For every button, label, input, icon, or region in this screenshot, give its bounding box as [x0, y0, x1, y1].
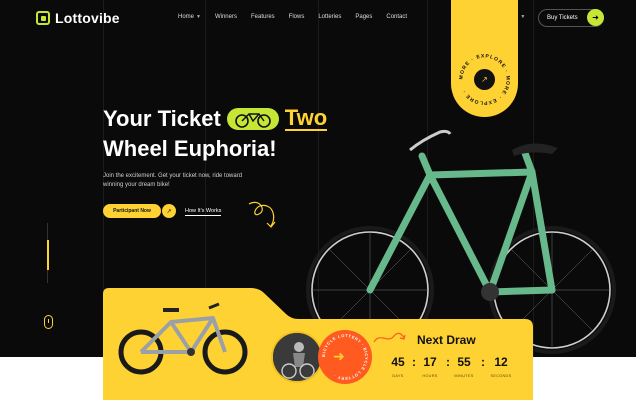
hero-title-line1: Your Ticket Two	[103, 105, 328, 131]
arrow-right-icon: ➜	[333, 348, 345, 364]
countdown-days: 45	[391, 355, 405, 369]
chevron-down-icon: ▼	[196, 14, 201, 20]
main-nav: Home ▼ Winners Features Flows Lotteries P…	[178, 14, 407, 20]
scroll-mouse-icon[interactable]	[44, 315, 53, 329]
nav-item-pages[interactable]: Pages	[355, 14, 372, 20]
slide-progress-indicator	[47, 240, 49, 270]
nav-item-flows[interactable]: Flows	[289, 14, 305, 20]
how-it-works-link[interactable]: How It's Works	[185, 208, 222, 216]
mountain-bike-image	[118, 302, 248, 375]
countdown-minutes: 55	[457, 355, 471, 369]
countdown-label: MINUTES	[454, 374, 474, 378]
chevron-down-icon: ▼	[520, 14, 526, 20]
countdown-label: SECONDS	[490, 374, 512, 378]
countdown-label: HOURS	[422, 374, 438, 378]
brand-name: Lottovibe	[55, 10, 120, 26]
nav-item-features[interactable]: Features	[251, 14, 275, 20]
countdown-seconds: 12	[494, 355, 508, 369]
brand-logo[interactable]: Lottovibe	[36, 10, 120, 26]
countdown-separator: :	[481, 355, 485, 369]
page: Lottovibe Home ▼ Winners Features Flows L…	[0, 0, 636, 400]
bicycle-lottery-badge[interactable]: BICYCLE LOTTERY · BICYCLE LOTTERY ·	[318, 330, 372, 384]
nav-item-lotteries[interactable]: Lotteries	[318, 14, 341, 20]
countdown-label: DAYS	[392, 374, 404, 378]
nav-item-winners[interactable]: Winners	[215, 14, 237, 20]
arrow-right-icon[interactable]: ➜	[587, 9, 604, 26]
arrow-up-right-icon: ↗	[474, 69, 495, 90]
nav-item-home[interactable]: Home ▼	[178, 14, 201, 20]
lottery-ring-text: BICYCLE LOTTERY · BICYCLE LOTTERY ·	[321, 333, 369, 381]
next-draw-title: Next Draw	[417, 333, 476, 347]
arrow-up-right-icon[interactable]: ↗	[162, 204, 176, 218]
hero-title-highlight: Two	[284, 105, 328, 131]
hero-description: Join the excitement. Get your ticket now…	[103, 173, 243, 188]
winner-photo	[271, 331, 323, 383]
logo-icon	[36, 11, 50, 25]
countdown-hours: 17	[423, 355, 437, 369]
nav-item-contact[interactable]: Contact	[386, 14, 407, 20]
explore-more-badge[interactable]: MORE · EXPLORE · MORE · EXPLORE · ↗	[451, 0, 518, 117]
hero-title-line2: Wheel Euphoria!	[103, 136, 277, 161]
participant-now-button[interactable]: Participant Now	[103, 204, 161, 218]
curly-arrow-icon	[248, 201, 276, 228]
bike-chip-icon	[226, 108, 279, 130]
curly-arrow-icon	[373, 332, 406, 343]
